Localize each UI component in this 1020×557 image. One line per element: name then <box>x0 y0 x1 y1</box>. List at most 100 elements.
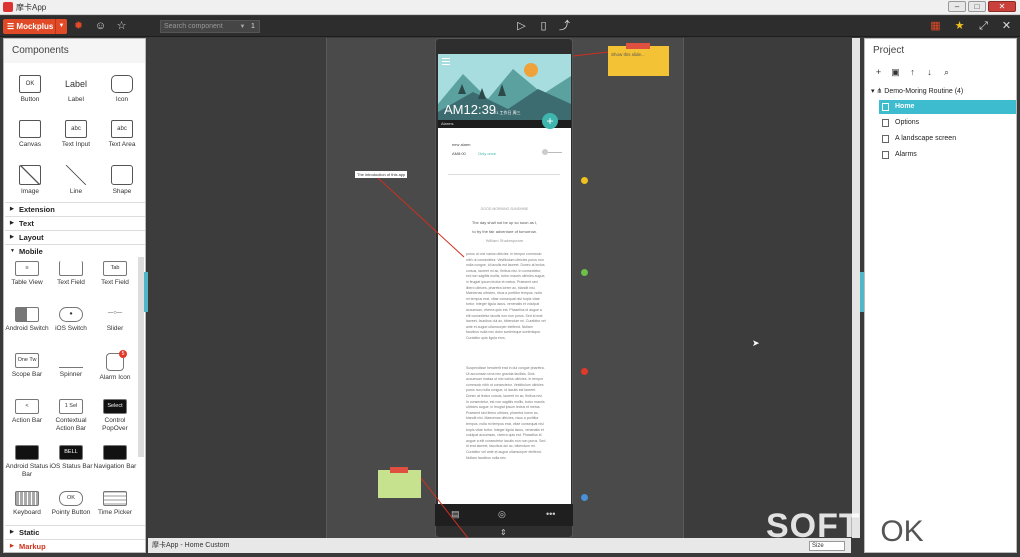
component-button[interactable]: OK Button <box>7 75 53 103</box>
component-android-switch[interactable]: Android Switch <box>5 307 49 333</box>
component-action-bar[interactable]: < Action Bar <box>5 399 49 425</box>
component-label: Navigation Bar <box>93 463 137 470</box>
greeting: GOOD MORNING SUNSHINE <box>480 207 529 211</box>
ios-status-icon: BELL <box>59 445 83 460</box>
marker-dot-blue[interactable] <box>581 494 588 501</box>
component-image[interactable]: Image <box>7 165 53 195</box>
play-icon[interactable]: ▷ <box>515 20 528 33</box>
component-label: Button <box>20 96 40 103</box>
component-scope-bar[interactable]: One Tw Scope Bar <box>5 353 49 379</box>
alarm-toggle[interactable] <box>542 149 562 155</box>
component-ios-status-bar[interactable]: BELL iOS Status Bar <box>49 445 93 471</box>
document-icon[interactable]: ▤ <box>451 509 460 520</box>
component-control-popover[interactable]: Select Control PopOver <box>93 399 137 433</box>
project-root[interactable]: ▾ ⋔ Demo-Moring Routine (4) <box>871 87 963 95</box>
component-ios-switch[interactable]: ● iOS Switch <box>49 307 93 333</box>
search-icon[interactable]: ⌕ <box>941 67 952 78</box>
alarm-badge-icon: 5 <box>106 350 127 371</box>
page-label: Home <box>895 103 915 110</box>
component-shape[interactable]: Shape <box>99 165 145 195</box>
component-alarm-icon[interactable]: 5 Alarm Icon <box>93 350 137 382</box>
component-label: Control PopOver <box>102 417 128 432</box>
marker-dot-red[interactable] <box>581 368 588 375</box>
page-home[interactable]: Home <box>879 100 1016 114</box>
brand-dropdown-caret[interactable]: ▼ <box>55 19 67 34</box>
fullscreen-icon[interactable]: ⤢ <box>977 20 990 33</box>
component-keyboard[interactable]: Keyboard <box>5 491 49 517</box>
marker-dot-yellow[interactable] <box>581 177 588 184</box>
section-extension[interactable]: ▶ Extension <box>5 202 145 215</box>
alarm-title: new alarm <box>452 142 471 147</box>
phone-preview-icon[interactable]: ▯ <box>537 20 550 33</box>
alarm-badge-count: 5 <box>119 350 127 358</box>
section-static[interactable]: ▶ Static <box>5 525 145 538</box>
page-options[interactable]: Options <box>879 116 1016 130</box>
component-table-view[interactable]: ≡ Table View <box>5 261 49 287</box>
component-spinner[interactable]: Spinner <box>49 353 93 379</box>
action-bar-icon: < <box>15 399 39 414</box>
arrow-up-icon[interactable]: ↑ <box>907 67 918 78</box>
component-label-item[interactable]: Label Label <box>53 75 99 103</box>
component-text-input[interactable]: abc Text Input <box>53 120 99 148</box>
save-icon[interactable]: ▣ <box>890 67 901 78</box>
caret-down-icon: ▼ <box>10 248 15 254</box>
spinner-icon <box>59 353 83 368</box>
page-icon <box>882 151 889 159</box>
popover-icon: Select <box>103 399 127 414</box>
smile-icon[interactable]: ☺ <box>94 20 107 33</box>
navigation-bar-icon <box>103 445 127 460</box>
component-label: iOS Status Bar <box>49 463 93 470</box>
component-text-area[interactable]: abc Text Area <box>99 120 145 148</box>
chevron-updown-icon[interactable]: ⇕ <box>500 528 507 537</box>
component-text-field-tab[interactable]: Tab Text Field <box>93 261 137 287</box>
maximize-button[interactable]: □ <box>968 1 986 12</box>
more-icon[interactable]: ••• <box>546 509 555 519</box>
component-navigation-bar[interactable]: Navigation Bar <box>93 445 137 471</box>
design-canvas[interactable]: AM12:39 21 工作日 周三 Alarms + new alarm AM8… <box>148 38 851 538</box>
section-text[interactable]: ▶ Text <box>5 216 145 229</box>
grid-view-icon[interactable]: ▦ <box>929 20 942 33</box>
close-panel-icon[interactable]: ✕ <box>1000 20 1013 33</box>
component-android-status-bar[interactable]: Android Status Bar <box>5 445 49 479</box>
section-layout[interactable]: ▶ Layout <box>5 230 145 243</box>
arrow-down-icon[interactable]: ↓ <box>924 67 935 78</box>
component-icon[interactable]: Icon <box>99 75 145 103</box>
phone-screen[interactable]: AM12:39 21 工作日 周三 Alarms + new alarm AM8… <box>438 54 571 504</box>
section-label: Layout <box>19 233 44 242</box>
sticky-note-green[interactable] <box>378 467 421 498</box>
section-markup[interactable]: ▶ Markup <box>5 539 145 552</box>
gear-icon[interactable]: ✹ <box>72 20 85 33</box>
component-label: Slider <box>106 325 124 332</box>
eye-icon[interactable]: ◎ <box>498 509 506 520</box>
page-icon <box>882 119 889 127</box>
component-canvas[interactable]: Canvas <box>7 120 53 148</box>
add-icon[interactable]: + <box>873 67 884 78</box>
marker-dot-green[interactable] <box>581 269 588 276</box>
component-label: Text Input <box>61 141 91 148</box>
section-label: Mobile <box>19 247 43 256</box>
search-result-count: 1 <box>251 23 255 30</box>
component-pointy-button[interactable]: OK Pointy Button <box>49 491 93 517</box>
page-alarms[interactable]: Alarms <box>879 148 1016 162</box>
canvas-scrollbar[interactable] <box>852 38 860 538</box>
page-landscape-screen[interactable]: A landscape screen <box>879 132 1016 146</box>
sticky-note-yellow[interactable]: Show this slide... <box>608 43 669 76</box>
section-mobile[interactable]: ▼ Mobile <box>5 244 145 257</box>
component-text-field[interactable]: Text Field <box>49 261 93 287</box>
star-badge-icon[interactable]: ★ <box>953 20 966 33</box>
android-switch-icon <box>15 307 39 322</box>
component-line[interactable]: Line <box>53 165 99 195</box>
component-label: Text Area <box>108 141 136 148</box>
annotation-tag[interactable]: The introduction of this app <box>355 171 408 178</box>
star-icon[interactable]: ☆ <box>115 20 128 33</box>
minimize-button[interactable]: – <box>948 1 966 12</box>
page-label: Options <box>895 119 920 126</box>
add-alarm-button[interactable]: + <box>542 113 558 129</box>
export-icon[interactable]: ⤴ <box>558 20 571 33</box>
close-window-button[interactable]: ✕ <box>988 1 1016 12</box>
component-contextual-action-bar[interactable]: 1 Sel Contextual Action Bar <box>49 399 93 433</box>
watermark-ok: OK <box>866 512 938 552</box>
component-label: Alarm Icon <box>99 374 131 381</box>
component-time-picker[interactable]: Time Picker <box>93 491 137 517</box>
component-slider[interactable]: —○— Slider <box>93 307 137 333</box>
